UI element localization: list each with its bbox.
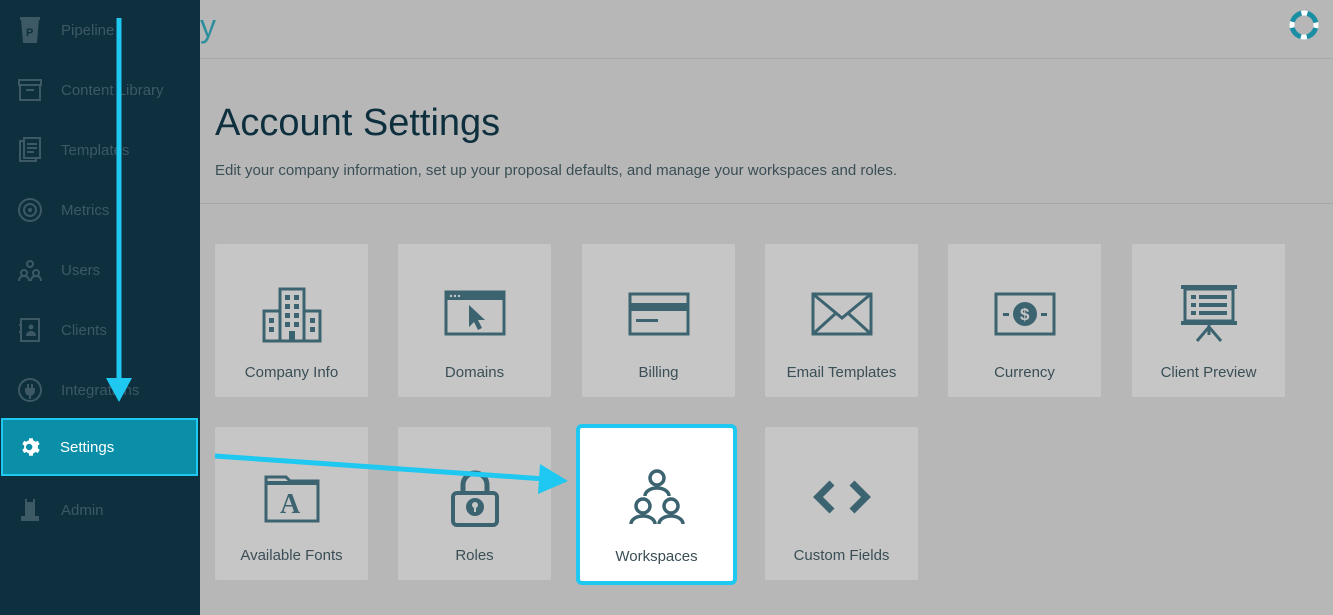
sidebar-item-label: Settings: [60, 438, 115, 456]
tile-label: Workspaces: [615, 548, 698, 565]
credit-card-icon: [627, 282, 691, 346]
tile-custom-fields[interactable]: Custom Fields: [765, 427, 918, 580]
users-icon: [0, 240, 60, 300]
sidebar-item-label: Templates: [61, 141, 130, 159]
sidebar-item-clients[interactable]: Clients: [0, 300, 200, 360]
tile-label: Email Templates: [786, 364, 897, 381]
font-folder-icon: A: [260, 465, 324, 529]
tile-label: Roles: [455, 547, 494, 564]
page-title: Account Settings: [215, 102, 501, 144]
sidebar-item-integrations[interactable]: Integrations: [0, 360, 200, 420]
tile-billing[interactable]: Billing: [582, 244, 735, 397]
tile-label: Currency: [994, 364, 1055, 381]
content-library-icon: [0, 60, 60, 120]
sidebar-item-admin[interactable]: Admin: [0, 480, 200, 540]
sidebar-item-label: Admin: [61, 501, 104, 519]
browser-cursor-icon: [443, 282, 507, 346]
tile-company-info[interactable]: Company Info: [215, 244, 368, 397]
sidebar-item-label: Metrics: [61, 201, 110, 219]
lock-icon: [443, 465, 507, 529]
code-brackets-icon: [810, 465, 874, 529]
page-subtitle: Edit your company information, set up yo…: [215, 162, 898, 179]
envelope-icon: [810, 282, 874, 346]
tile-label: Billing: [638, 364, 679, 381]
sidebar-item-label: Integrations: [61, 381, 140, 399]
tile-roles[interactable]: Roles: [398, 427, 551, 580]
brand-logo-fragment: y: [200, 8, 216, 44]
lifebuoy-icon[interactable]: [1289, 10, 1319, 40]
sidebar-item-label: Content Library: [61, 81, 164, 99]
tile-client-preview[interactable]: Client Preview: [1132, 244, 1285, 397]
sidebar-item-label: Users: [61, 261, 101, 279]
building-icon: [260, 282, 324, 346]
tile-domains[interactable]: Domains: [398, 244, 551, 397]
presentation-icon: [1177, 282, 1241, 346]
workspaces-icon: [625, 466, 689, 530]
sidebar-item-settings[interactable]: Settings: [1, 418, 198, 476]
tile-label: Domains: [444, 364, 505, 381]
gear-icon: [3, 420, 59, 474]
svg-text:$: $: [1020, 305, 1030, 324]
tile-currency[interactable]: $ Currency: [948, 244, 1101, 397]
sidebar-item-label: Pipeline: [61, 21, 115, 39]
tile-label: Company Info: [244, 364, 339, 381]
sidebar-item-users[interactable]: Users: [0, 240, 200, 300]
sidebar: P Pipeline Content Library Templates Met…: [0, 0, 200, 615]
tile-email-templates[interactable]: Email Templates: [765, 244, 918, 397]
admin-icon: [0, 480, 60, 540]
svg-text:A: A: [280, 489, 301, 520]
sidebar-item-templates[interactable]: Templates: [0, 120, 200, 180]
sidebar-item-content-library[interactable]: Content Library: [0, 60, 200, 120]
tile-label: Available Fonts: [240, 547, 343, 564]
tile-workspaces[interactable]: Workspaces: [576, 424, 737, 585]
svg-text:P: P: [26, 27, 33, 39]
header-divider: [200, 203, 1333, 204]
tile-available-fonts[interactable]: A Available Fonts: [215, 427, 368, 580]
metrics-icon: [0, 180, 60, 240]
clients-icon: [0, 300, 60, 360]
sidebar-item-metrics[interactable]: Metrics: [0, 180, 200, 240]
pipeline-icon: P: [0, 0, 60, 60]
tile-label: Client Preview: [1160, 364, 1257, 381]
templates-icon: [0, 120, 60, 180]
sidebar-item-label: Clients: [61, 321, 107, 339]
tile-label: Custom Fields: [793, 547, 890, 564]
integrations-icon: [0, 360, 60, 420]
top-bar: y: [200, 0, 1333, 59]
currency-icon: $: [993, 282, 1057, 346]
sidebar-item-pipeline[interactable]: P Pipeline: [0, 0, 200, 60]
